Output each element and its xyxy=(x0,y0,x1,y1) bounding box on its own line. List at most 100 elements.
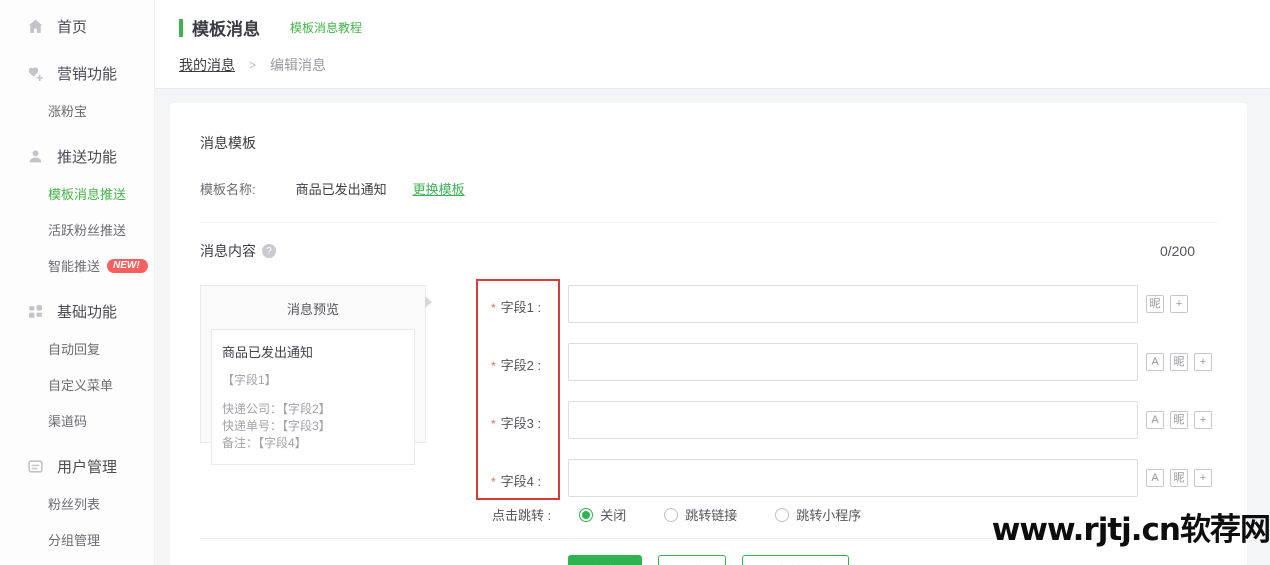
nickname-insert-icon[interactable]: 昵 xyxy=(1146,295,1164,313)
sidebar-group-push: 推送功能 模板消息推送 活跃粉丝推送 智能推送 NEW! xyxy=(0,146,154,275)
hearts-icon xyxy=(27,65,44,82)
radio-jump-link[interactable]: 跳转链接 xyxy=(664,505,737,524)
sidebar-item-template-push[interactable]: 模板消息推送 xyxy=(0,184,154,203)
field-input-3[interactable] xyxy=(568,401,1138,439)
message-preview-panel: 消息预览 商品已发出通知 【字段1】 快递公司：【字段2】 快递单号：【字段3】… xyxy=(200,285,432,465)
required-mark: * xyxy=(491,417,496,431)
sidebar-item-group-manage[interactable]: 分组管理 xyxy=(0,530,154,549)
field-input-4[interactable] xyxy=(568,459,1138,497)
radio-label: 跳转链接 xyxy=(685,508,738,523)
preview-line-remark: 备注：【字段4】 xyxy=(222,436,307,450)
breadcrumb-my-messages[interactable]: 我的消息 xyxy=(179,55,235,75)
sidebar-group-push-head[interactable]: 推送功能 xyxy=(0,146,154,167)
sidebar-item-custom-menu[interactable]: 自定义菜单 xyxy=(0,375,154,394)
home-icon xyxy=(27,18,44,35)
field-3-tools: A 昵 + xyxy=(1146,401,1218,429)
message-form: 消息预览 商品已发出通知 【字段1】 快递公司：【字段2】 快递单号：【字段3】… xyxy=(200,279,1218,500)
field-label-1: * 字段1 : xyxy=(476,285,568,316)
section-divider xyxy=(200,222,1217,223)
sidebar-item-home[interactable]: 首页 xyxy=(0,16,154,37)
breadcrumb-separator: > xyxy=(249,58,257,72)
nickname-insert-icon[interactable]: 昵 xyxy=(1170,469,1188,487)
add-field-icon[interactable]: + xyxy=(1170,295,1188,313)
field-input-2[interactable] xyxy=(568,343,1138,381)
tutorial-link[interactable]: 模板消息教程 xyxy=(290,19,362,36)
font-color-icon[interactable]: A xyxy=(1146,353,1164,371)
font-color-icon[interactable]: A xyxy=(1146,469,1164,487)
nickname-insert-icon[interactable]: 昵 xyxy=(1170,353,1188,371)
radio-icon xyxy=(775,507,790,522)
preview-field1: 【字段1】 xyxy=(222,373,277,387)
required-mark: * xyxy=(491,475,496,489)
required-mark: * xyxy=(491,359,496,373)
field-row-2: * 字段2 : A 昵 + xyxy=(476,343,1218,381)
preview-button[interactable]: 预览 xyxy=(657,555,726,565)
change-template-link[interactable]: 更换模板 xyxy=(413,179,465,198)
field-label-text: 字段2 : xyxy=(500,358,542,373)
sidebar-group-marketing-head[interactable]: 营销功能 xyxy=(0,63,154,84)
save-button[interactable]: 保存 xyxy=(567,555,642,565)
preview-message-card: 商品已发出通知 【字段1】 快递公司：【字段2】 快递单号：【字段3】 备注：【… xyxy=(211,329,415,465)
sidebar-group-label: 基础功能 xyxy=(57,304,118,321)
radio-icon xyxy=(664,507,679,522)
radio-label: 关闭 xyxy=(600,508,627,523)
content-section-title: 消息内容 xyxy=(200,243,256,259)
preview-gap xyxy=(222,388,404,401)
content-card: 消息模板 模板名称: 商品已发出通知 更换模板 消息内容 ? 0/200 消息预… xyxy=(170,103,1247,565)
content-section-head: 消息内容 ? 0/200 xyxy=(200,241,1217,261)
sidebar-item-channel-code[interactable]: 渠道码 xyxy=(0,411,154,430)
sidebar-group-users-head[interactable]: 用户管理 xyxy=(0,456,154,477)
sidebar-item-auto-reply[interactable]: 自动回复 xyxy=(0,339,154,358)
field-1-tools: 昵 + xyxy=(1146,285,1194,313)
field-row-1: * 字段1 : 昵 + xyxy=(476,285,1218,323)
main-area: 模板消息 模板消息教程 我的消息 > 编辑消息 消息模板 模板名称: 商品已发出… xyxy=(155,0,1270,565)
radio-jump-miniprogram[interactable]: 跳转小程序 xyxy=(775,505,861,524)
radio-icon xyxy=(579,507,594,522)
collapse-arrow-icon[interactable] xyxy=(425,296,432,308)
required-mark: * xyxy=(491,301,496,315)
sidebar-item-active-fans-push[interactable]: 活跃粉丝推送 xyxy=(0,220,154,239)
font-color-icon[interactable]: A xyxy=(1146,411,1164,429)
add-field-icon[interactable]: + xyxy=(1194,469,1212,487)
preview-message-title: 商品已发出通知 xyxy=(222,345,314,360)
template-name-row: 模板名称: 商品已发出通知 更换模板 xyxy=(200,179,1217,198)
add-field-icon[interactable]: + xyxy=(1194,411,1212,429)
sidebar: 首页 营销功能 涨粉宝 推送功能 模板消息推送 活跃粉丝推送 智能推送 NEW!… xyxy=(0,0,155,565)
sidebar-item-label: 模板消息推送 xyxy=(48,187,127,202)
sidebar-item-fans-list[interactable]: 粉丝列表 xyxy=(0,494,154,513)
title-accent-bar xyxy=(179,18,183,37)
grid-icon xyxy=(27,303,44,320)
sidebar-group-basic: 基础功能 自动回复 自定义菜单 渠道码 xyxy=(0,301,154,430)
help-icon[interactable]: ? xyxy=(262,244,276,258)
page-title: 模板消息 xyxy=(192,20,260,39)
breadcrumb: 我的消息 > 编辑消息 xyxy=(179,55,1270,75)
sidebar-group-users: 用户管理 粉丝列表 分组管理 xyxy=(0,456,154,549)
radio-label: 跳转小程序 xyxy=(796,508,862,523)
preview-line-tracking: 快递单号：【字段3】 xyxy=(222,419,331,433)
preview-title: 消息预览 xyxy=(286,302,339,317)
sidebar-group-basic-head[interactable]: 基础功能 xyxy=(0,301,154,322)
sidebar-item-zhangfenbao[interactable]: 涨粉宝 xyxy=(0,101,154,120)
sidebar-item-label: 粉丝列表 xyxy=(48,497,101,512)
preview-line-company: 快递公司：【字段2】 xyxy=(222,402,331,416)
add-field-icon[interactable]: + xyxy=(1194,353,1212,371)
save-and-send-button[interactable]: 保存并下发 xyxy=(742,555,850,565)
sidebar-item-smart-push[interactable]: 智能推送 NEW! xyxy=(0,256,154,275)
sidebar-group-marketing: 营销功能 涨粉宝 xyxy=(0,63,154,120)
user-icon xyxy=(27,148,44,165)
new-badge: NEW! xyxy=(107,258,148,273)
radio-close[interactable]: 关闭 xyxy=(579,505,626,524)
field-4-tools: A 昵 + xyxy=(1146,459,1218,487)
field-input-1[interactable] xyxy=(568,285,1138,323)
field-row-3: * 字段3 : A 昵 + xyxy=(476,401,1218,439)
sidebar-item-label: 首页 xyxy=(57,19,88,36)
template-name-label: 模板名称: xyxy=(200,182,256,197)
field-label-3: * 字段3 : xyxy=(476,401,568,432)
sidebar-group-label: 推送功能 xyxy=(57,149,118,166)
sidebar-item-label: 涨粉宝 xyxy=(48,104,88,119)
sidebar-item-label: 渠道码 xyxy=(48,414,88,429)
sidebar-item-label: 分组管理 xyxy=(48,533,101,548)
nickname-insert-icon[interactable]: 昵 xyxy=(1170,411,1188,429)
sidebar-item-label: 活跃粉丝推送 xyxy=(48,223,127,238)
template-section-title: 消息模板 xyxy=(200,135,256,151)
